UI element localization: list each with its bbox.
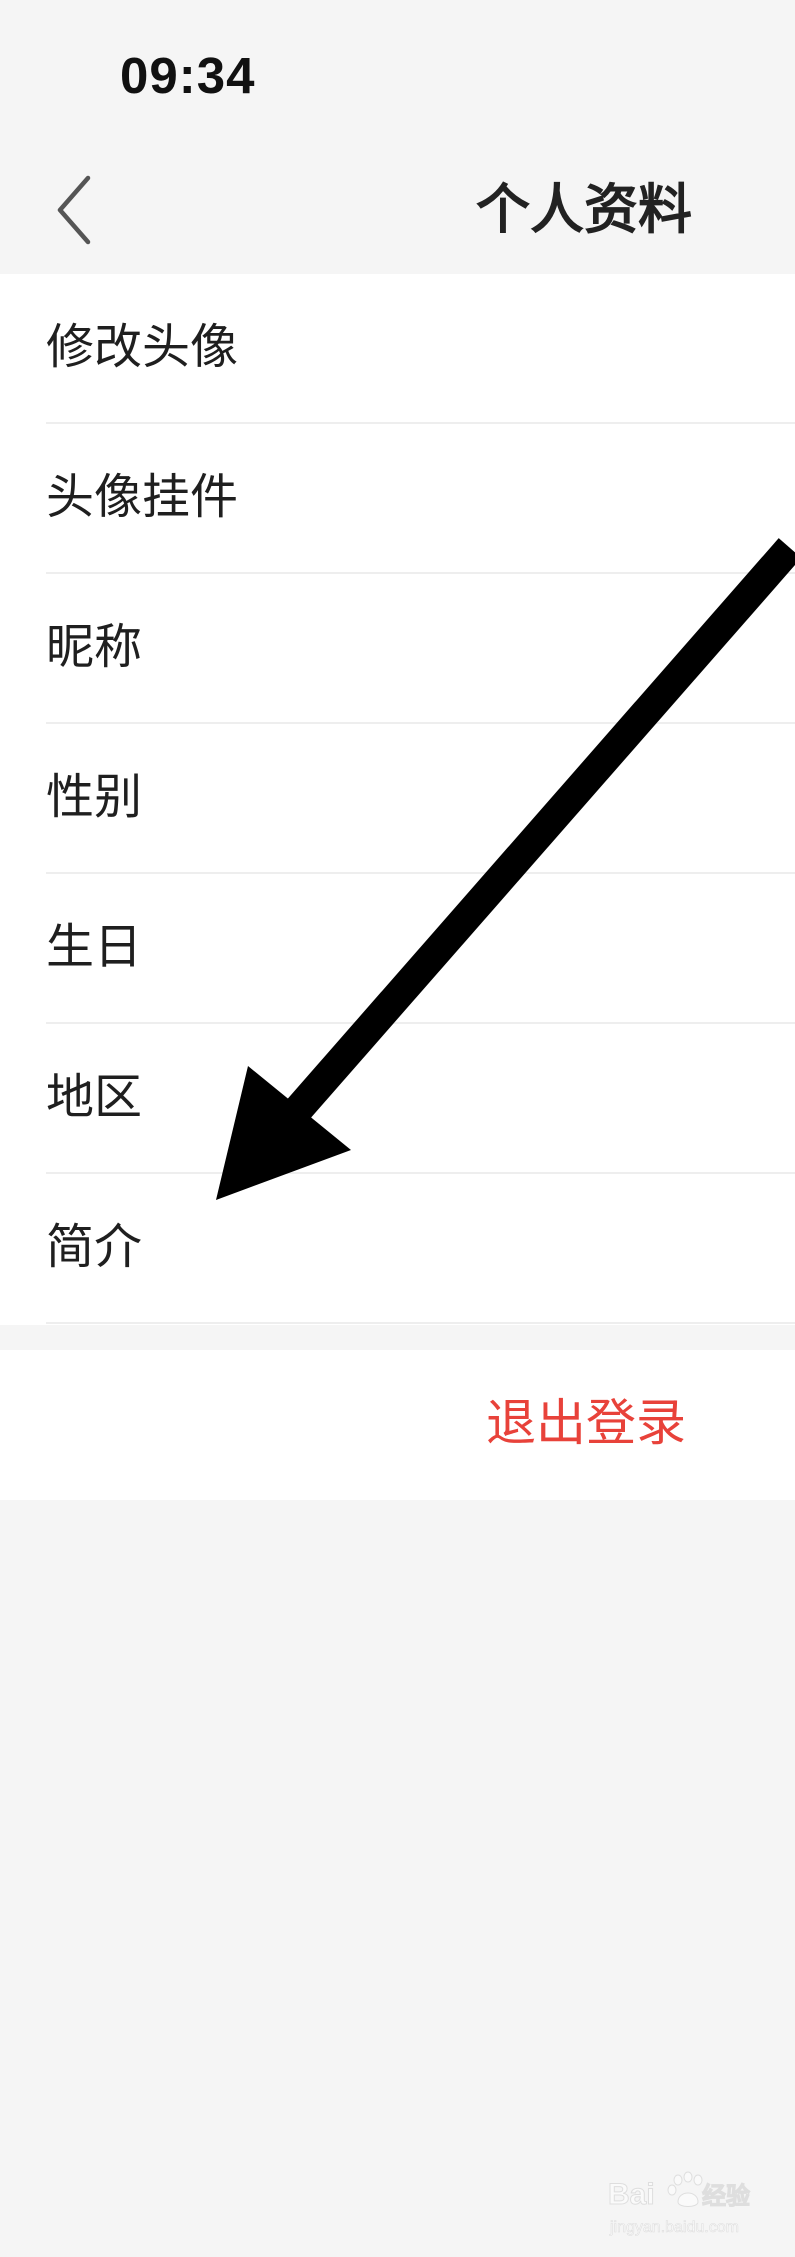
back-button[interactable] (48, 172, 108, 248)
menu-item-nickname[interactable]: 昵称 (0, 574, 795, 724)
divider (46, 1322, 795, 1324)
svg-text:Bai: Bai (608, 2178, 655, 2211)
menu-item-change-avatar[interactable]: 修改头像 (0, 274, 795, 424)
svg-text:jingyan.baidu.com: jingyan.baidu.com (609, 2219, 739, 2236)
menu-item-label: 性别 (46, 769, 143, 825)
status-bar: 09:34 (0, 0, 795, 150)
menu-item-label: 修改头像 (46, 319, 239, 375)
menu-item-label: 简介 (46, 1219, 143, 1275)
svg-text:经验: 经验 (702, 2182, 750, 2210)
menu-item-label: 昵称 (46, 619, 143, 675)
page-title: 个人资料 (476, 178, 692, 241)
logout-button[interactable]: 退出登录 (486, 1390, 686, 1456)
menu-item-avatar-pendant[interactable]: 头像挂件 (0, 424, 795, 574)
profile-menu-list: 修改头像 头像挂件 昵称 性别 生日 地区 简介 (0, 274, 795, 1325)
menu-item-birthday[interactable]: 生日 (0, 874, 795, 1024)
menu-item-label: 生日 (46, 919, 143, 975)
menu-item-bio[interactable]: 简介 (0, 1174, 795, 1324)
logout-section: 退出登录 (0, 1350, 795, 1500)
baidu-logo-icon: Bai 经验 jingyan.baidu.com (608, 2171, 751, 2236)
status-time: 09:34 (120, 47, 256, 104)
menu-item-label: 地区 (46, 1069, 143, 1125)
menu-item-region[interactable]: 地区 (0, 1024, 795, 1174)
baidu-watermark: Bai 经验 jingyan.baidu.com (606, 2166, 766, 2246)
navigation-bar: 个人资料 (0, 150, 795, 274)
menu-item-gender[interactable]: 性别 (0, 724, 795, 874)
menu-item-label: 头像挂件 (46, 469, 239, 525)
chevron-left-icon (57, 175, 91, 245)
